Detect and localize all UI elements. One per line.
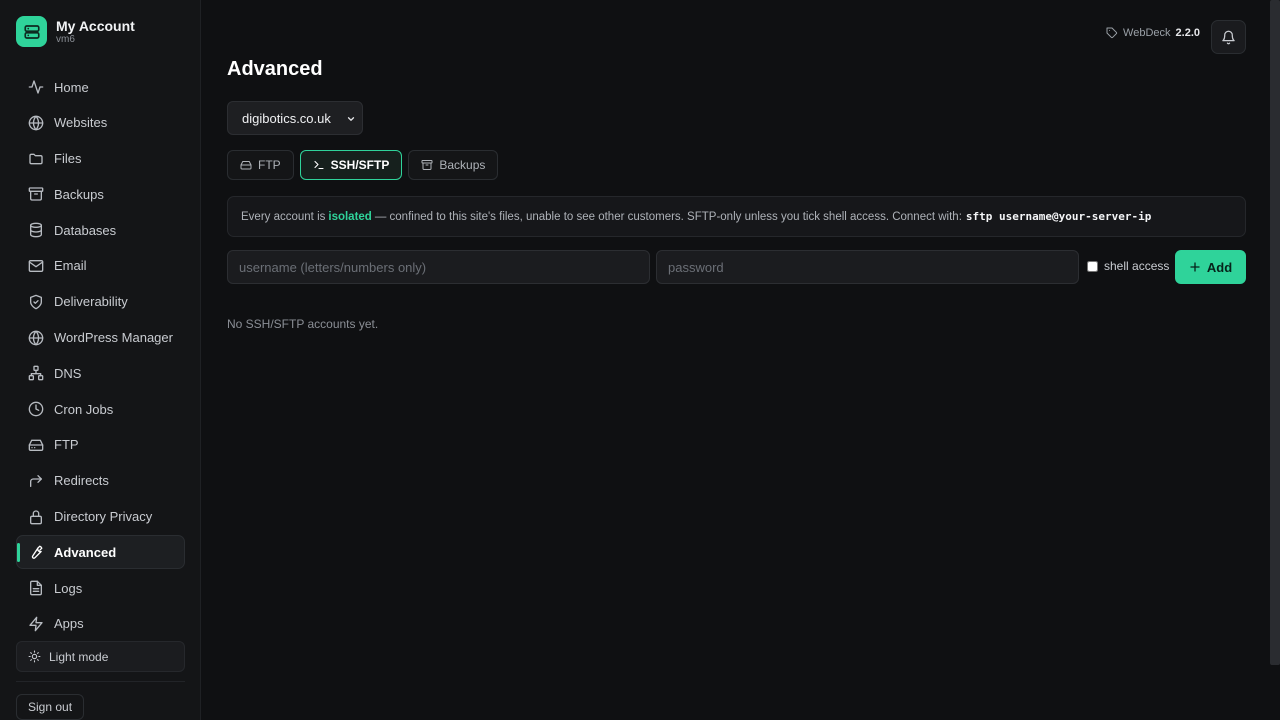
server-icon — [16, 16, 47, 47]
shell-access-checkbox[interactable] — [1087, 260, 1098, 272]
zap-icon — [28, 616, 44, 632]
brand[interactable]: My Account vm6 — [16, 16, 135, 47]
tab-label: FTP — [258, 158, 281, 172]
version-number: 2.2.0 — [1175, 27, 1200, 39]
tab-label: SSH/SFTP — [330, 158, 390, 172]
tab-ssh-sftp[interactable]: SSH/SFTP — [299, 150, 403, 180]
sidebar-item-wordpress-manager[interactable]: WordPress Manager — [16, 321, 185, 355]
sidebar-item-label: FTP — [54, 437, 79, 453]
drive-icon — [28, 437, 44, 453]
sidebar-item-label: Advanced — [54, 544, 117, 560]
info-banner: Every account is isolated — confined to … — [227, 196, 1246, 237]
domain-select[interactable]: digibotics.co.uk — [227, 101, 363, 135]
archive-icon — [421, 159, 433, 171]
database-icon — [28, 222, 44, 238]
network-icon — [28, 365, 44, 381]
sign-out-button[interactable]: Sign out — [16, 694, 85, 720]
empty-state: No SSH/SFTP accounts yet. — [227, 317, 379, 331]
sidebar-item-dns[interactable]: DNS — [16, 356, 185, 390]
folder-icon — [28, 151, 44, 167]
sidebar-item-label: Redirects — [54, 473, 109, 489]
shell-access-label: shell access — [1104, 259, 1170, 273]
sidebar-item-home[interactable]: Home — [16, 70, 185, 104]
sidebar-divider — [16, 681, 185, 682]
sidebar-item-advanced[interactable]: Advanced — [16, 535, 185, 570]
sidebar-item-label: Deliverability — [54, 294, 128, 310]
drive-icon — [240, 159, 252, 171]
plus-icon — [1189, 261, 1201, 273]
sidebar-item-label: DNS — [54, 365, 82, 381]
sidebar: My Account vm6 Home Websites Files Backu… — [0, 0, 201, 720]
sidebar-item-email[interactable]: Email — [16, 249, 185, 283]
sidebar-nav: Home Websites Files Backups Databases Em… — [16, 70, 185, 643]
page-title: Advanced — [227, 58, 323, 80]
activity-icon — [28, 79, 44, 95]
light-mode-toggle[interactable]: Light mode — [16, 641, 185, 672]
sidebar-item-label: Logs — [54, 580, 83, 596]
mail-icon — [28, 258, 44, 274]
tab-bar: FTP SSH/SFTP Backups — [227, 150, 504, 180]
tab-ftp[interactable]: FTP — [227, 150, 294, 180]
sidebar-item-label: Email — [54, 258, 87, 274]
product-name: WebDeck — [1123, 27, 1171, 39]
username-input[interactable] — [227, 250, 650, 284]
version-badge: WebDeck 2.2.0 — [1106, 27, 1200, 39]
clock-icon — [28, 401, 44, 417]
sidebar-item-apps[interactable]: Apps — [16, 607, 185, 641]
info-suffix: — confined to this site's files, unable … — [374, 210, 962, 223]
globe-icon — [28, 115, 44, 131]
info-prefix: Every account is — [241, 210, 326, 223]
chevron-down-icon — [346, 114, 356, 124]
sidebar-item-label: Backups — [54, 186, 104, 202]
globe-icon — [28, 330, 44, 346]
sidebar-item-cron-jobs[interactable]: Cron Jobs — [16, 392, 185, 426]
sidebar-item-directory-privacy[interactable]: Directory Privacy — [16, 500, 185, 534]
redirect-arrow-icon — [28, 473, 44, 489]
sidebar-item-label: Home — [54, 79, 89, 95]
brand-title: My Account — [56, 18, 135, 34]
sidebar-item-label: Databases — [54, 222, 117, 238]
sidebar-item-databases[interactable]: Databases — [16, 213, 185, 247]
sidebar-item-logs[interactable]: Logs — [16, 571, 185, 605]
archive-icon — [28, 186, 44, 202]
connect-command: sftp username@your-server-ip — [965, 210, 1152, 223]
tag-icon — [1106, 27, 1118, 39]
sidebar-item-redirects[interactable]: Redirects — [16, 464, 185, 498]
scrollbar[interactable] — [1270, 0, 1280, 665]
sidebar-item-label: Files — [54, 151, 82, 167]
sidebar-item-backups[interactable]: Backups — [16, 177, 185, 211]
sidebar-item-label: Directory Privacy — [54, 509, 153, 525]
sidebar-item-label: WordPress Manager — [54, 330, 173, 346]
add-account-button[interactable]: Add — [1175, 250, 1246, 284]
notifications-button[interactable] — [1211, 20, 1246, 54]
wrench-icon — [28, 544, 44, 560]
tab-backups[interactable]: Backups — [408, 150, 499, 180]
light-mode-label: Light mode — [49, 649, 109, 664]
sidebar-item-files[interactable]: Files — [16, 142, 185, 176]
domain-select-value: digibotics.co.uk — [242, 110, 331, 126]
sidebar-item-label: Websites — [54, 115, 108, 131]
bell-icon — [1221, 30, 1236, 45]
sidebar-item-label: Apps — [54, 616, 84, 632]
shell-access-option[interactable]: shell access — [1087, 259, 1169, 273]
sidebar-item-ftp[interactable]: FTP — [16, 428, 185, 462]
file-text-icon — [28, 580, 44, 596]
info-highlight: isolated — [328, 210, 372, 223]
add-button-label: Add — [1206, 259, 1233, 275]
sidebar-item-deliverability[interactable]: Deliverability — [16, 285, 185, 319]
sidebar-item-label: Cron Jobs — [54, 401, 114, 417]
sun-icon — [28, 650, 41, 663]
brand-subtitle: vm6 — [56, 34, 75, 45]
password-input[interactable] — [656, 250, 1079, 284]
sidebar-item-websites[interactable]: Websites — [16, 106, 185, 140]
terminal-icon — [313, 159, 325, 171]
shield-icon — [28, 294, 44, 310]
tab-label: Backups — [439, 158, 486, 172]
lock-icon — [28, 509, 44, 525]
